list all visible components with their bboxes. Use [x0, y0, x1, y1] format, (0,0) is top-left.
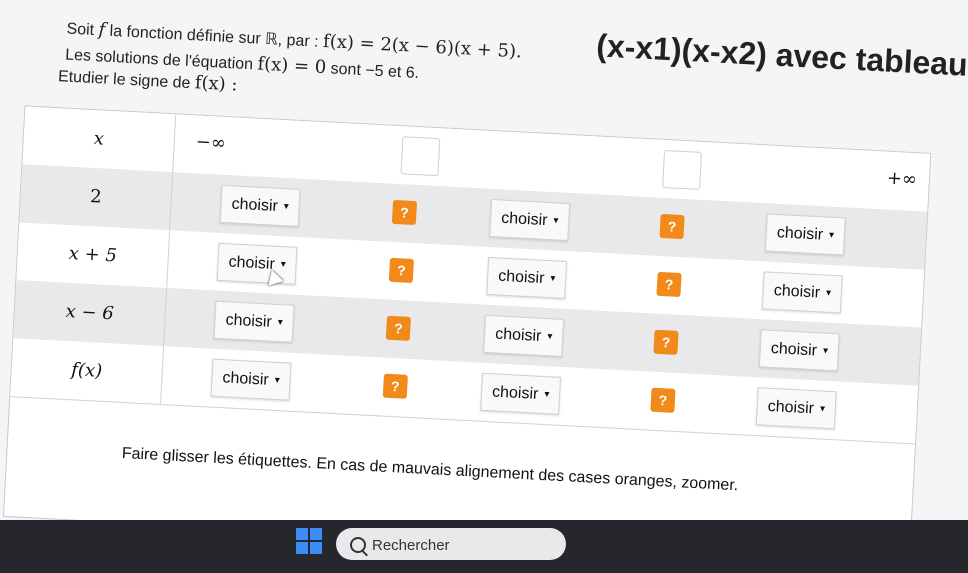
chevron-down-icon: ▾ — [828, 229, 835, 241]
question-mark-row4-1[interactable]: ? — [382, 373, 408, 399]
chevron-down-icon: ▾ — [550, 273, 556, 285]
row-label-x-plus-5: x + 5 — [16, 222, 171, 289]
sign-select-row3-col2[interactable]: choisir ▾ — [483, 314, 565, 357]
drop-slot-root-2[interactable] — [662, 149, 703, 190]
question-mark-row2-2[interactable]: ? — [656, 271, 682, 298]
sign-select-row1-col1[interactable]: choisir ▾ — [219, 184, 301, 227]
sign-select-row2-col2[interactable]: choisir ▾ — [486, 256, 568, 300]
chevron-down-icon: ▾ — [822, 345, 829, 357]
sign-select-row1-col3[interactable]: choisir ▾ — [764, 213, 847, 256]
row-label-2: 2 — [19, 164, 174, 231]
sign-select-row2-col1[interactable]: choisir ▾ — [216, 242, 298, 285]
exercise-content: (x-x1)(x-x2) avec tableau de Soit f la f… — [0, 0, 968, 520]
sign-select-row1-col2[interactable]: choisir ▾ — [489, 198, 571, 242]
chevron-down-icon: ▾ — [274, 374, 281, 387]
windows-start-icon[interactable] — [296, 528, 322, 554]
question-mark-row3-1[interactable]: ? — [385, 315, 411, 341]
chevron-down-icon: ▾ — [283, 201, 290, 213]
chevron-down-icon: ▾ — [553, 215, 559, 227]
row-label-f-of-x: f(x) — [10, 338, 165, 404]
drop-slot-root-1[interactable] — [400, 136, 441, 177]
browser-viewport: (x-x1)(x-x2) avec tableau de Soit f la f… — [0, 0, 968, 520]
sign-select-row2-col3[interactable]: choisir ▾ — [761, 271, 844, 314]
row-label-x-minus-6: x − 6 — [13, 280, 168, 347]
taskbar-search-box[interactable] — [336, 528, 566, 560]
chevron-down-icon: ▾ — [277, 316, 284, 329]
question-mark-row2-1[interactable]: ? — [388, 257, 415, 283]
minus-infinity: −∞ — [195, 131, 227, 155]
question-mark-row1-1[interactable]: ? — [391, 199, 418, 226]
question-mark-row3-2[interactable]: ? — [653, 329, 679, 355]
plus-infinity: +∞ — [886, 167, 918, 191]
chevron-down-icon: ▾ — [544, 389, 550, 401]
chevron-down-icon: ▾ — [819, 403, 826, 415]
search-icon — [350, 537, 366, 553]
sign-select-row4-col2[interactable]: choisir ▾ — [480, 372, 562, 415]
question-mark-row1-2[interactable]: ? — [659, 213, 685, 240]
sign-select-row3-col1[interactable]: choisir ▾ — [213, 300, 295, 343]
row-label-x: x — [22, 106, 177, 173]
chevron-down-icon: ▾ — [280, 259, 287, 271]
question-mark-row4-2[interactable]: ? — [650, 387, 676, 413]
sign-select-row3-col3[interactable]: choisir ▾ — [758, 329, 840, 372]
sign-select-row4-col1[interactable]: choisir ▾ — [210, 358, 292, 401]
taskbar-search-label: Rechercher — [372, 537, 450, 554]
page-heading: (x-x1)(x-x2) avec tableau de — [595, 27, 968, 85]
sign-select-row4-col3[interactable]: choisir ▾ — [755, 387, 837, 430]
chevron-down-icon: ▾ — [547, 331, 553, 343]
chevron-down-icon: ▾ — [825, 287, 832, 299]
